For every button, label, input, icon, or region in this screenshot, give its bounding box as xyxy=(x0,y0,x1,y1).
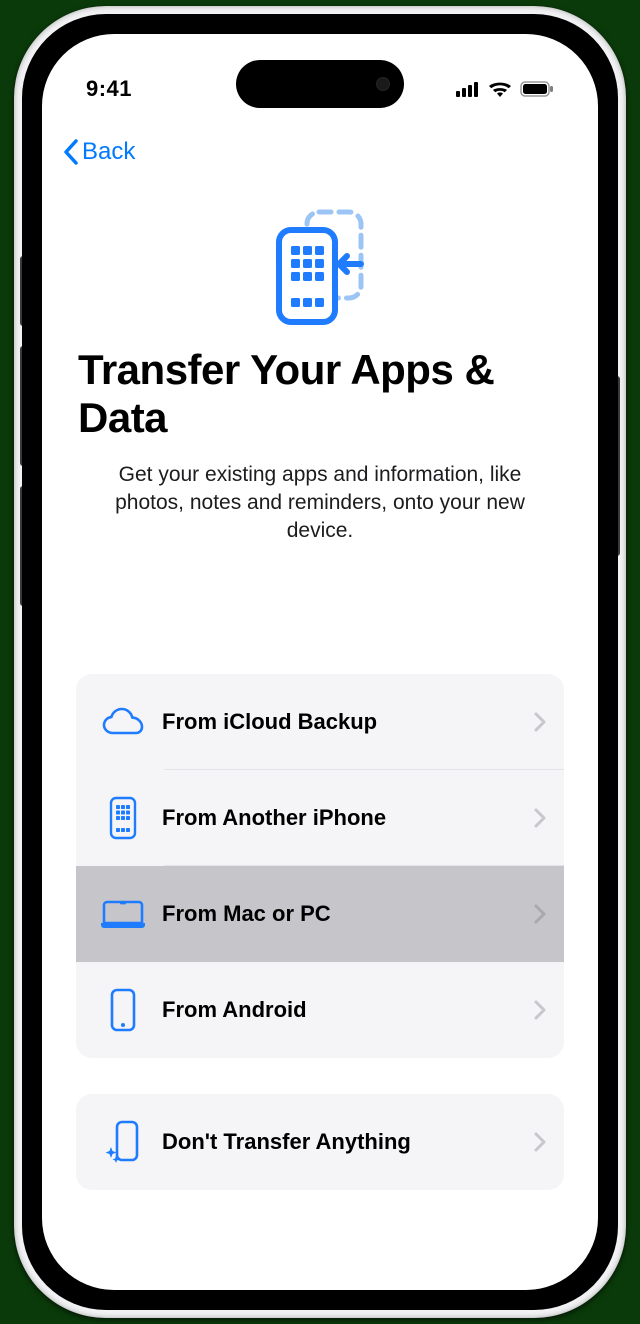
back-button[interactable]: Back xyxy=(62,138,135,166)
laptop-icon xyxy=(88,898,158,930)
option-another-iphone[interactable]: From Another iPhone xyxy=(76,770,564,866)
android-icon xyxy=(88,987,158,1033)
option-mac-or-pc[interactable]: From Mac or PC xyxy=(76,866,564,962)
option-label: Don't Transfer Anything xyxy=(158,1129,534,1155)
wifi-icon xyxy=(488,80,512,98)
cellular-icon xyxy=(456,81,480,97)
chevron-right-icon xyxy=(534,712,546,732)
transfer-hero-icon xyxy=(76,208,564,326)
page-title: Transfer Your Apps & Data xyxy=(76,338,564,455)
chevron-right-icon xyxy=(534,808,546,828)
sparkle-phone-icon xyxy=(88,1119,158,1165)
page-subtitle: Get your existing apps and information, … xyxy=(76,455,564,546)
chevron-right-icon xyxy=(534,1000,546,1020)
option-label: From iCloud Backup xyxy=(158,709,534,735)
option-label: From Mac or PC xyxy=(158,901,534,927)
status-time: 9:41 xyxy=(86,76,132,102)
transfer-options-list: From iCloud Backup xyxy=(76,674,564,1058)
chevron-left-icon xyxy=(62,138,80,166)
option-icloud-backup[interactable]: From iCloud Backup xyxy=(76,674,564,770)
iphone-icon xyxy=(88,796,158,840)
chevron-right-icon xyxy=(534,1132,546,1152)
option-dont-transfer[interactable]: Don't Transfer Anything xyxy=(76,1094,564,1190)
cloud-icon xyxy=(88,707,158,737)
back-label: Back xyxy=(82,138,135,166)
option-label: From Another iPhone xyxy=(158,805,534,831)
option-label: From Android xyxy=(158,997,534,1023)
phone-frame: 9:41 xyxy=(14,6,626,1318)
transfer-options-list-2: Don't Transfer Anything xyxy=(76,1094,564,1190)
chevron-right-icon xyxy=(534,904,546,924)
option-android[interactable]: From Android xyxy=(76,962,564,1058)
status-bar: 9:41 xyxy=(42,34,598,126)
battery-icon xyxy=(520,81,554,97)
screen: 9:41 xyxy=(42,34,598,1290)
